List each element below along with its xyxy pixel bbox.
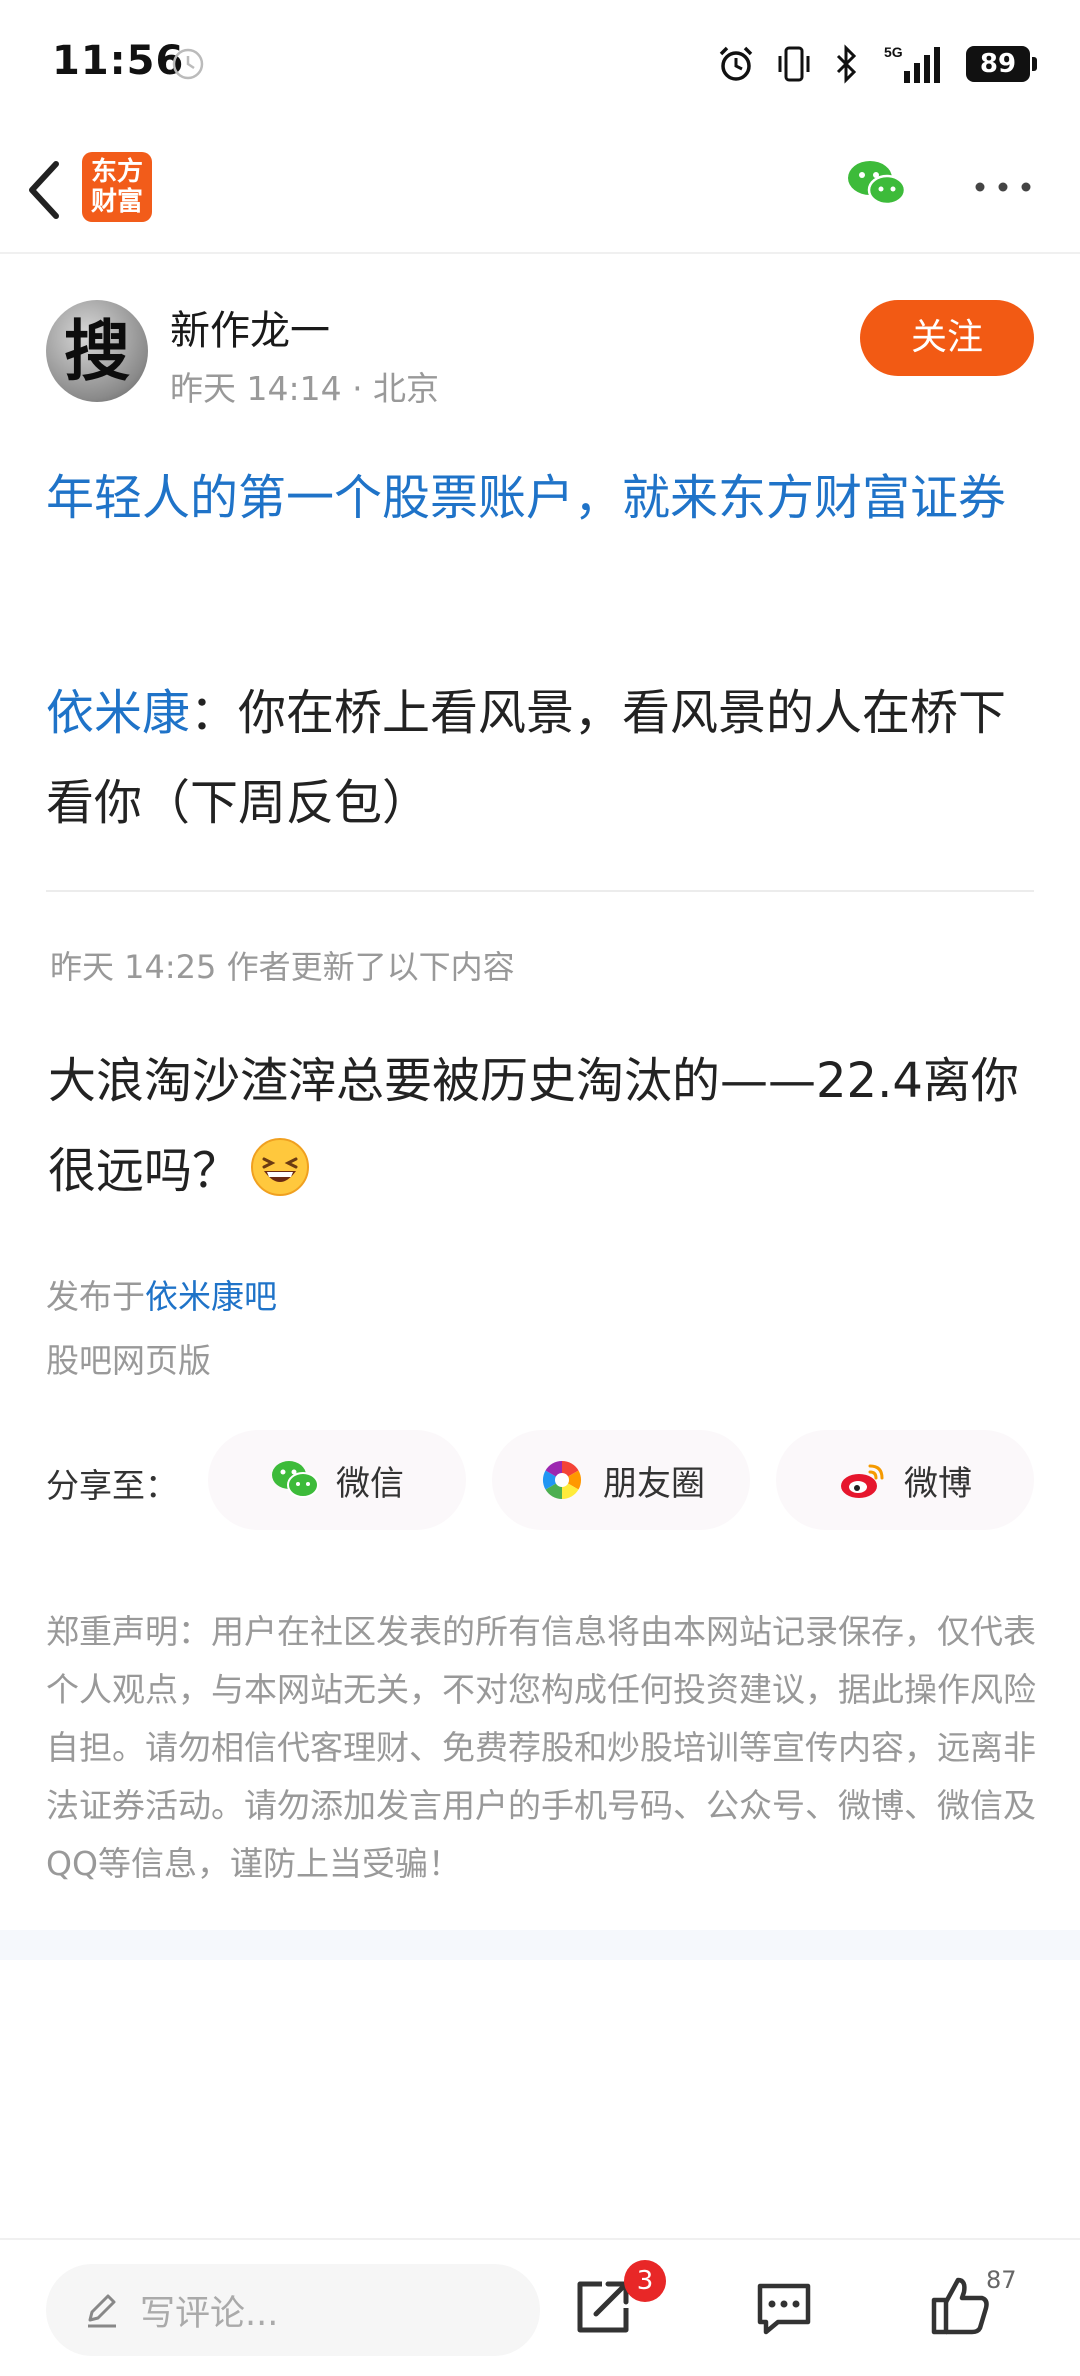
share-weibo-label: 微博 <box>904 1463 972 1504</box>
wechat-share-icon[interactable] <box>846 158 908 210</box>
battery-indicator: 89 <box>966 46 1037 82</box>
eastmoney-logo: 东方 财富 <box>82 152 152 222</box>
pen-icon <box>88 2294 116 2328</box>
update-body: 大浪淘沙渣滓总要被历史淘汰的——22.4离你很远吗？ <box>48 1036 1048 1216</box>
post-quote: 依米康：你在桥上看风景，看风景的人在桥下看你（下周反包） <box>46 668 1046 848</box>
forum-link[interactable]: 依米康吧 <box>145 1277 277 1316</box>
laughing-emoji-icon <box>251 1138 310 1196</box>
share-moments-label: 朋友圈 <box>603 1463 705 1504</box>
stock-mention-link[interactable]: 依米康 <box>46 685 190 741</box>
more-options-icon[interactable] <box>970 172 1036 202</box>
bluetooth-icon <box>836 44 857 84</box>
like-count: 87 <box>986 2266 1017 2294</box>
disclaimer-text: 郑重声明：用户在社区发表的所有信息将由本网站记录保存，仅代表个人观点，与本网站无… <box>46 1612 1036 1883</box>
moments-icon <box>542 1461 582 1499</box>
alarm-icon <box>719 46 753 81</box>
author-name[interactable]: 新作龙一 <box>170 298 330 356</box>
share-moments-button[interactable]: 朋友圈 <box>492 1430 750 1530</box>
status-time: 11:56 <box>52 38 185 84</box>
follow-button[interactable]: 关注 <box>860 300 1034 376</box>
wechat-icon <box>272 1461 319 1498</box>
logo-line-2: 财富 <box>90 187 143 217</box>
post-meta: 昨天 14:14 · 北京 <box>170 369 440 408</box>
share-wechat-button[interactable]: 微信 <box>208 1430 466 1530</box>
share-weibo-button[interactable]: 微博 <box>776 1430 1034 1530</box>
weibo-icon <box>841 1464 884 1498</box>
comment-input[interactable]: 写评论... <box>46 2264 540 2356</box>
promo-headline-link[interactable]: 年轻人的第一个股票账户，就来东方财富证券 <box>46 460 1042 536</box>
nav-bar: 东方 财富 <box>0 130 1080 254</box>
clock-icon <box>172 48 204 80</box>
share-wechat-label: 微信 <box>336 1463 404 1504</box>
signal-5g-icon: 5G <box>884 44 940 83</box>
bottom-action-bar: 写评论... 3 87 <box>0 2238 1080 2376</box>
share-count-badge: 3 <box>624 2260 666 2302</box>
share-label: 分享至： <box>46 1466 178 1505</box>
update-text: 大浪淘沙渣滓总要被历史淘汰的——22.4离你很远吗？ <box>48 1053 1019 1199</box>
comment-placeholder: 写评论... <box>140 2293 279 2334</box>
divider <box>46 890 1034 892</box>
quote-text: ：你在桥上看风景，看风景的人在桥下看你（下周反包） <box>46 685 1007 831</box>
comment-icon[interactable] <box>754 2280 814 2336</box>
svg-text:5G: 5G <box>884 44 903 60</box>
web-version-label: 股吧网页版 <box>46 1341 211 1380</box>
vibrate-icon <box>778 46 810 82</box>
avatar-glyph: 搜 <box>64 312 130 390</box>
published-in: 发布于依米康吧 <box>46 1270 277 1318</box>
author-avatar[interactable]: 搜 <box>46 300 148 402</box>
status-bar: 11:56 5G 89 <box>0 0 1080 130</box>
logo-line-1: 东方 <box>90 157 143 187</box>
update-note: 昨天 14:25 作者更新了以下内容 <box>50 948 515 986</box>
thumbs-up-icon[interactable] <box>930 2274 992 2336</box>
section-gap <box>0 1930 1080 1960</box>
published-prefix: 发布于 <box>46 1277 145 1316</box>
back-arrow-icon[interactable] <box>20 152 68 228</box>
status-icons: 5G 89 <box>716 40 1037 88</box>
